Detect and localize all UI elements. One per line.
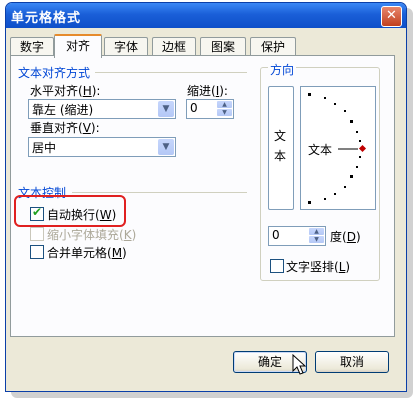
dial-dot <box>359 156 361 158</box>
dial-dot <box>356 166 358 168</box>
dial-dot <box>334 103 336 105</box>
spin-down-icon[interactable]: ▼ <box>309 236 324 243</box>
dial-dot <box>350 120 353 123</box>
shrink-to-fit-label: 缩小字体填充(K) <box>47 228 137 242</box>
merge-cells-label[interactable]: 合并单元格(M) <box>47 244 127 261</box>
dial-dot <box>324 97 326 99</box>
degree-value: 0 <box>272 228 280 242</box>
horizontal-align-value: 靠左 (缩进) <box>32 103 94 117</box>
orientation-dial[interactable]: 文本 <box>300 86 376 210</box>
indent-value: 0 <box>190 101 198 115</box>
section-divider <box>95 72 247 73</box>
vertical-text-button[interactable]: 文 本 <box>268 86 294 210</box>
vertical-align-value: 居中 <box>32 141 57 155</box>
indent-spinner[interactable]: 0 ▲ ▼ <box>186 99 234 119</box>
degree-label: 度(D) <box>330 230 361 244</box>
dialog-title: 单元格格式 <box>11 11 82 26</box>
horizontal-align-select[interactable]: 靠左 (缩进) ▼ <box>28 99 176 119</box>
dial-dot <box>356 131 358 133</box>
shrink-to-fit-checkbox <box>30 227 44 241</box>
chevron-down-icon[interactable]: ▼ <box>158 139 174 155</box>
vertical-text-label[interactable]: 文字竖排(L) <box>286 258 350 275</box>
degree-spinner[interactable]: 0 ▲ ▼ <box>268 226 326 246</box>
dial-dot <box>344 186 346 188</box>
chevron-down-icon[interactable]: ▼ <box>158 101 174 117</box>
highlight-annotation <box>14 195 126 227</box>
vertical-text-checkbox[interactable] <box>270 259 284 273</box>
tab-alignment[interactable]: 对齐 <box>54 34 102 58</box>
vertical-align-select[interactable]: 居中 ▼ <box>28 137 176 157</box>
vertical-align-label: 垂直对齐(V): <box>30 121 100 135</box>
dial-dot <box>308 93 311 96</box>
merge-cells-checkbox[interactable] <box>30 245 44 259</box>
close-button[interactable]: ✕ <box>381 6 402 27</box>
dial-dot <box>350 175 353 178</box>
mouse-cursor-icon <box>292 354 307 375</box>
cancel-button[interactable]: 取消 <box>315 351 389 373</box>
tab-border[interactable]: 边框 <box>152 37 196 56</box>
close-icon: ✕ <box>386 8 397 23</box>
tab-font[interactable]: 字体 <box>104 37 148 56</box>
vertical-text-char-2: 本 <box>274 149 287 163</box>
title-bar[interactable]: 单元格格式 ✕ <box>6 3 406 28</box>
dial-dot <box>324 198 326 200</box>
text-alignment-heading: 文本对齐方式 <box>18 66 91 80</box>
spin-up-icon[interactable]: ▲ <box>309 228 324 235</box>
tab-number[interactable]: 数字 <box>10 37 54 56</box>
orientation-heading: 方向 <box>268 61 297 78</box>
dial-dot <box>359 140 361 142</box>
tab-patterns[interactable]: 图案 <box>200 37 246 56</box>
dial-dot <box>344 110 346 112</box>
dial-text: 文本 <box>308 143 333 157</box>
dial-marker[interactable] <box>358 144 367 153</box>
spin-down-icon[interactable]: ▼ <box>217 109 232 116</box>
spin-up-icon[interactable]: ▲ <box>217 101 232 108</box>
dial-dot <box>334 193 336 195</box>
indent-label: 缩进(I): <box>187 84 228 98</box>
horizontal-align-label: 水平对齐(H): <box>30 84 101 98</box>
vertical-text-char-1: 文 <box>274 129 287 143</box>
section-divider <box>72 192 247 193</box>
dial-dot <box>308 201 311 204</box>
tab-protection[interactable]: 保护 <box>250 37 296 56</box>
